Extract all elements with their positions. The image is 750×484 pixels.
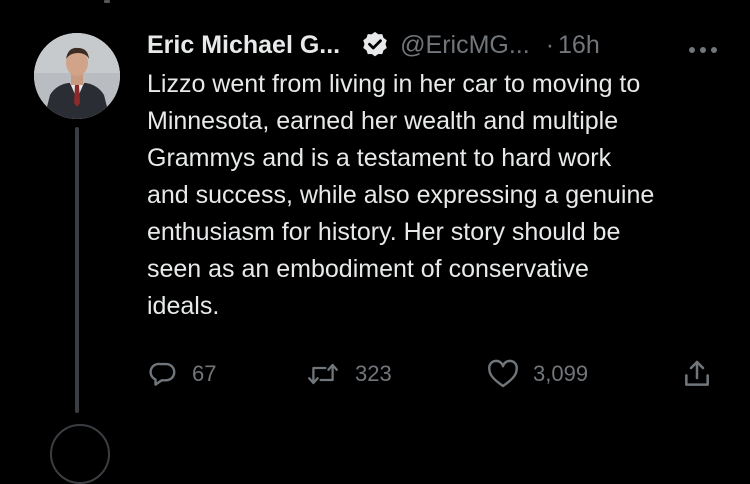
author-handle[interactable]: @EricMG... xyxy=(400,31,530,60)
tweet[interactable]: Eric Michael G... @EricMG... · 16h Lizzo… xyxy=(0,0,750,484)
retweet-count: 323 xyxy=(355,361,392,386)
more-options-icon[interactable] xyxy=(688,41,718,53)
avatar-portrait xyxy=(34,33,120,119)
share-icon xyxy=(681,358,713,390)
retweet-button[interactable]: 323 xyxy=(305,356,392,392)
separator-dot: · xyxy=(545,30,555,59)
avatar[interactable] xyxy=(34,33,120,119)
author-name[interactable]: Eric Michael G... xyxy=(147,31,340,60)
verified-badge-icon xyxy=(360,30,390,60)
reply-button[interactable]: 67 xyxy=(148,356,216,392)
tweet-actions: 67 323 3,099 xyxy=(0,356,750,392)
share-button[interactable] xyxy=(681,356,713,392)
tweet-header: Eric Michael G... @EricMG... · 16h xyxy=(147,28,727,62)
tweet-text: Lizzo went from living in her car to mov… xyxy=(147,70,655,320)
next-tweet-avatar xyxy=(50,424,110,484)
like-button[interactable]: 3,099 xyxy=(487,356,588,392)
previous-tweet-edge xyxy=(104,0,110,3)
retweet-icon xyxy=(305,359,341,389)
like-count: 3,099 xyxy=(533,361,589,386)
reply-count: 67 xyxy=(192,361,217,386)
reply-icon xyxy=(148,359,178,389)
heart-icon xyxy=(487,359,519,389)
tweet-timestamp[interactable]: 16h xyxy=(558,31,600,60)
